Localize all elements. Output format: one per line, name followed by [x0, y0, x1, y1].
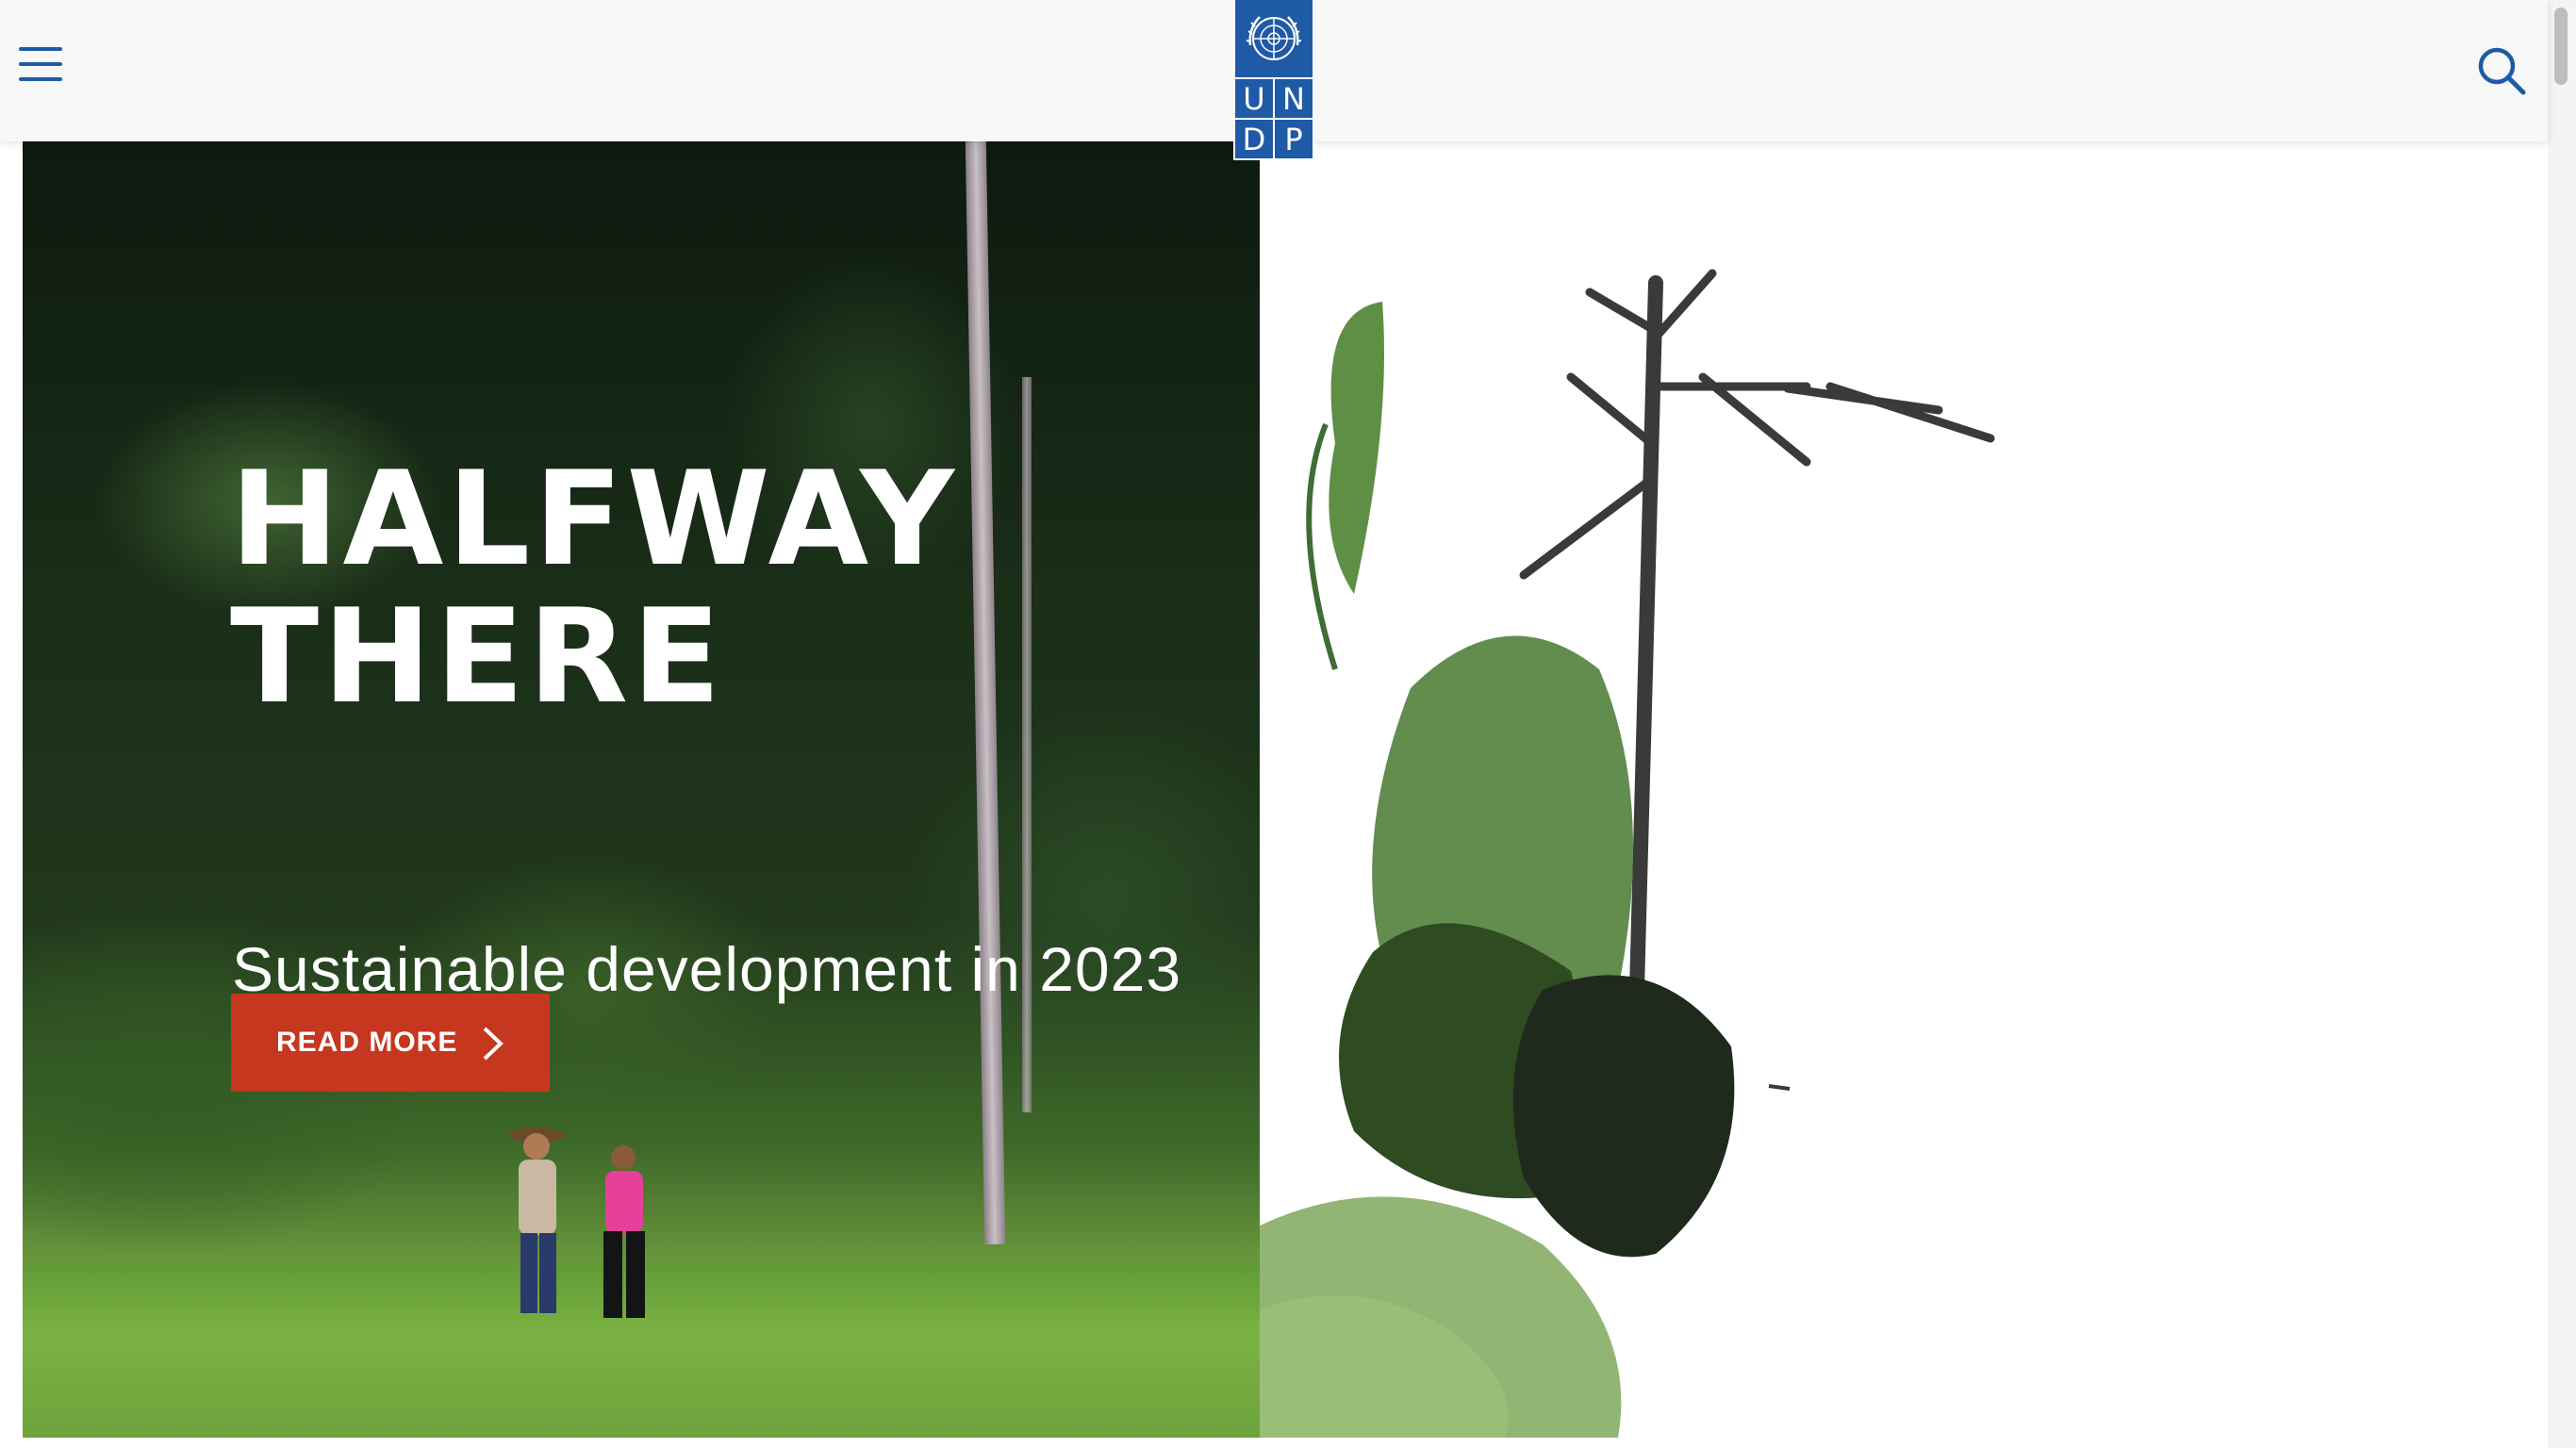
logo-letter-n: N	[1273, 77, 1314, 120]
scrollbar-thumb[interactable]	[2554, 8, 2568, 85]
hero-banner: HALFWAY THERE Sustainable development in…	[23, 141, 2548, 1438]
farmers-figures	[508, 1127, 645, 1318]
search-icon[interactable]	[2476, 45, 2527, 96]
read-more-label: READ MORE	[276, 1027, 458, 1058]
un-emblem-icon	[1235, 0, 1313, 77]
logo-letter-u: U	[1233, 77, 1275, 120]
logo-letter-d: D	[1233, 118, 1275, 160]
hero-title: HALFWAY THERE	[230, 451, 958, 726]
read-more-button[interactable]: READ MORE	[231, 994, 550, 1092]
hamburger-menu-icon[interactable]	[19, 47, 64, 85]
chevron-right-icon	[483, 1027, 504, 1061]
hero-title-line-2: THERE	[230, 581, 725, 732]
hero-title-line-1: HALFWAY	[230, 443, 959, 595]
hero-tree-illustration	[1260, 141, 2548, 1438]
logo-letter-p: P	[1273, 118, 1314, 160]
scrollbar-track[interactable]	[2548, 0, 2576, 1448]
hero-forest-photo	[23, 141, 1260, 1438]
undp-logo[interactable]: U N D P	[1233, 0, 1314, 160]
